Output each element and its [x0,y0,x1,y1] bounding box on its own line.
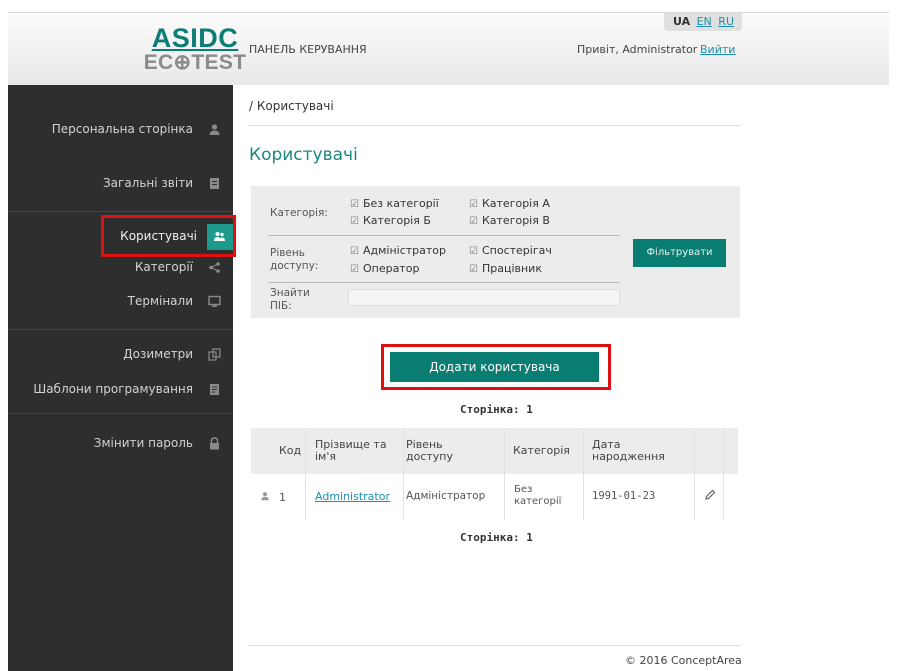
language-switcher: UA EN RU [664,13,742,31]
table-column-divider [694,428,695,520]
col-header-birth-date[interactable]: Дата народження [592,439,672,463]
sidebar-item-label: Шаблони програмування [33,382,193,396]
panel-title: ПАНЕЛЬ КЕРУВАННЯ [249,43,367,56]
logo-text-bottom: EC⊕TEST [143,51,247,74]
sidebar: Персональна сторінка Загальні звіти Кори… [8,85,233,671]
access-checkbox-operator[interactable]: ☑ Оператор [350,262,419,275]
sidebar-item-label: Персональна сторінка [51,122,193,136]
top-header: ASIDC EC⊕TEST ПАНЕЛЬ КЕРУВАННЯ UA EN RU … [8,12,889,85]
checkbox-checked-icon: ☑ [350,246,359,257]
sidebar-item-label: Загальні звіти [102,176,193,190]
monitor-icon [208,295,221,307]
col-header-category[interactable]: Категорія [513,445,570,457]
share-icon [209,262,220,273]
footer-divider [249,645,740,646]
table-row: 1 Administrator Адміністратор Без катего… [251,474,738,520]
logo-text-top: ASIDC [151,23,239,53]
page-indicator-top: Сторінка: 1 [460,403,533,416]
sidebar-item-personal-page[interactable]: Персональна сторінка [8,117,233,143]
cell-category: Без категорії [514,484,562,507]
category-checkbox-none[interactable]: ☑ Без категорії [350,197,439,210]
lock-icon [210,437,219,450]
breadcrumb: / Користувачі [249,99,334,113]
access-checkbox-observer[interactable]: ☑ Спостерігач [469,244,552,257]
add-user-highlight [381,344,611,390]
users-menu-highlight [101,215,236,257]
sidebar-item-general-reports[interactable]: Загальні звіти [8,171,233,197]
access-checkbox-admin[interactable]: ☑ Адміністратор [350,244,446,257]
category-checkbox-a[interactable]: ☑ Категорія А [469,197,550,210]
sidebar-item-change-password[interactable]: Змінити пароль [8,431,233,457]
col-header-code[interactable]: Код [279,445,301,457]
sidebar-divider [8,413,233,414]
sidebar-item-terminals[interactable]: Термінали [8,289,233,315]
copyright: © 2016 ConceptArea [625,654,742,667]
access-level-label: Рівень доступу: [270,247,319,272]
checkbox-checked-icon: ☑ [469,216,478,227]
cell-code: 1 [279,491,286,504]
sidebar-item-label: Термінали [127,294,193,308]
breadcrumb-divider [249,125,740,126]
category-checkbox-v[interactable]: ☑ Категорія В [469,214,550,227]
access-checkbox-worker[interactable]: ☑ Працівник [469,262,542,275]
sidebar-item-label: Категорії [134,260,193,274]
page-title: Користувачі [249,145,358,165]
checkbox-checked-icon: ☑ [350,264,359,275]
cell-name-link[interactable]: Administrator [315,490,390,503]
user-icon [209,124,220,135]
checkbox-checked-icon: ☑ [469,199,478,210]
users-table-header: Код Прізвище та ім'я Рівень доступу Кате… [251,428,738,474]
cell-access: Адміністратор [406,490,486,502]
category-checkbox-b[interactable]: ☑ Категорія Б [350,214,431,227]
table-column-divider [723,428,724,520]
filter-button[interactable]: Фільтрувати [633,239,726,267]
table-column-divider [583,428,584,520]
checkbox-checked-icon: ☑ [469,246,478,257]
category-label: Категорія: [270,207,328,219]
edit-pencil-icon[interactable] [704,489,716,501]
filter-divider [268,282,620,283]
checkbox-checked-icon: ☑ [469,264,478,275]
table-column-divider [504,428,505,520]
lang-ru[interactable]: RU [718,15,734,28]
sidebar-divider [8,329,233,330]
sidebar-item-label: Дозиметри [123,347,193,361]
filter-panel: Категорія: ☑ Без категорії ☑ Категорія А ☑… [251,186,740,318]
sidebar-item-label: Змінити пароль [93,436,193,450]
user-greeting: Привіт, Administrator [577,43,698,56]
sidebar-item-dosimeters[interactable]: Дозиметри [8,342,233,368]
col-header-name[interactable]: Прізвище та ім'я [315,439,395,463]
sidebar-item-programming-templates[interactable]: Шаблони програмування [8,377,233,403]
logout-link[interactable]: Вийти [700,43,735,56]
filter-divider [268,235,620,236]
copy-icon [208,348,221,361]
document-icon [210,178,219,189]
table-column-divider [305,428,306,520]
asidc-ecotest-logo[interactable]: ASIDC EC⊕TEST [140,25,250,77]
table-column-divider [403,428,404,520]
cell-birth-date: 1991-01-23 [592,490,656,502]
checkbox-checked-icon: ☑ [350,199,359,210]
sidebar-divider [8,211,233,212]
search-name-input[interactable] [348,289,620,306]
page-indicator-bottom: Сторінка: 1 [460,531,533,544]
col-header-access[interactable]: Рівень доступу [406,439,461,463]
search-name-label: Знайти ПІБ: [270,287,310,312]
user-icon [261,492,269,501]
lang-ua[interactable]: UA [673,15,690,28]
checkbox-checked-icon: ☑ [350,216,359,227]
template-icon [210,384,219,395]
lang-en[interactable]: EN [697,15,712,28]
sidebar-item-categories[interactable]: Категорії [8,255,233,281]
